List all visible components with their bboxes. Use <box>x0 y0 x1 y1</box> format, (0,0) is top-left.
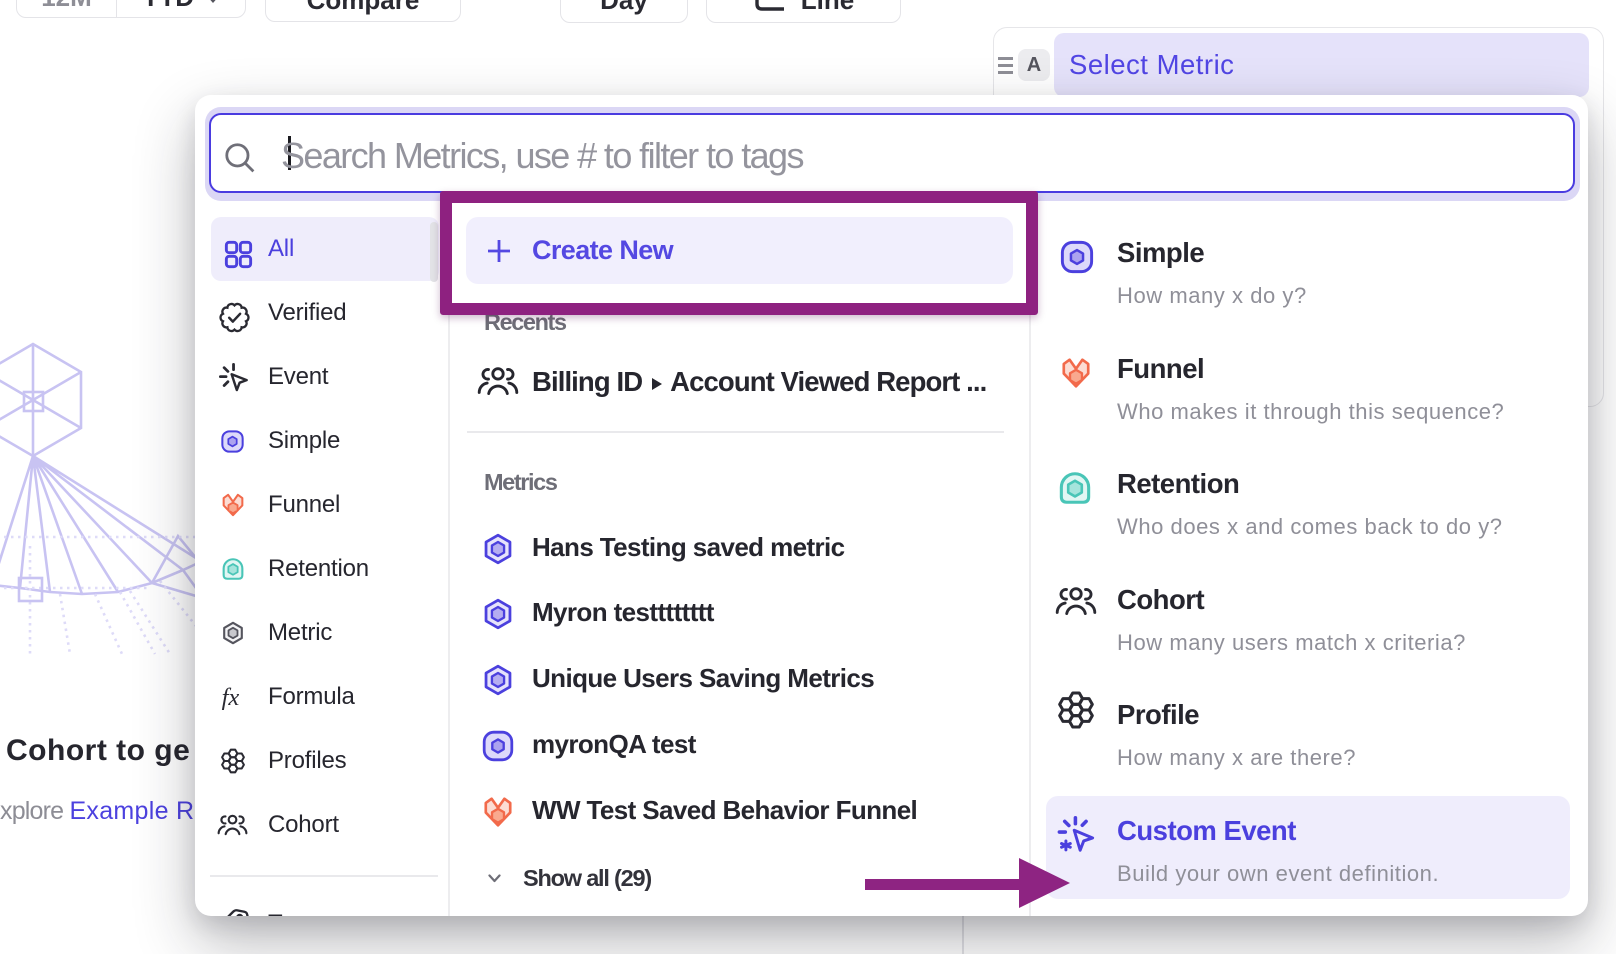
svg-text:fx: fx <box>222 684 240 711</box>
